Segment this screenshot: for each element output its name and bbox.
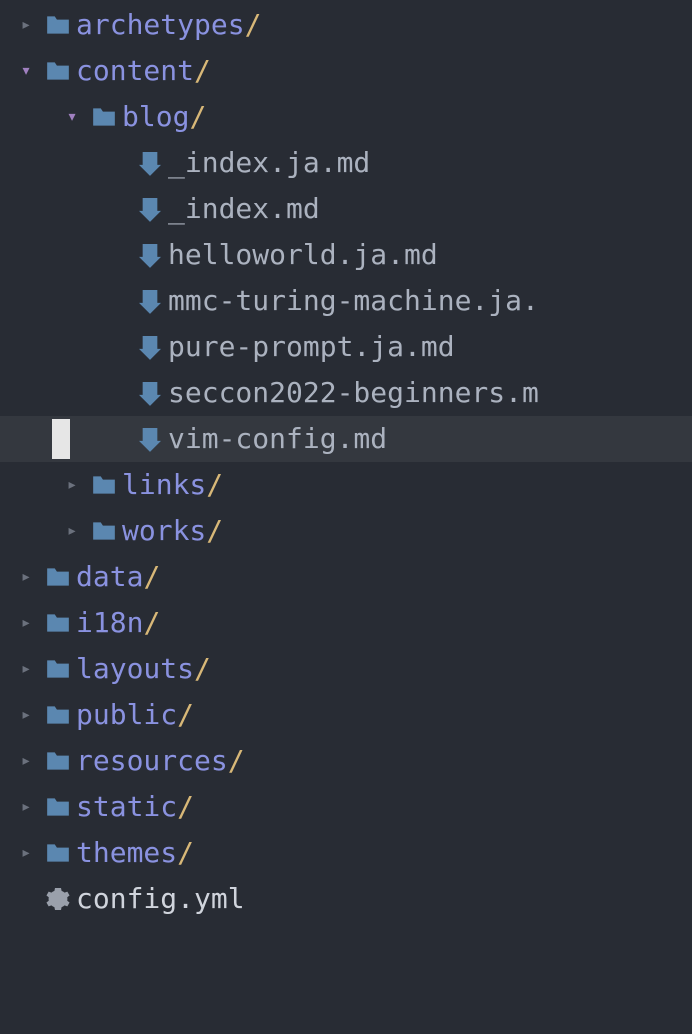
- tree-file-row[interactable]: _index.ja.md: [0, 140, 692, 186]
- cursor-block: [52, 419, 70, 459]
- chevron-right-icon[interactable]: ▸: [12, 838, 40, 868]
- tree-file-row[interactable]: helloworld.ja.md: [0, 232, 692, 278]
- folder-name: static: [76, 784, 177, 830]
- path-separator: /: [228, 738, 245, 784]
- markdown-file-icon: [132, 334, 168, 360]
- tree-folder-row[interactable]: ▸ links/: [0, 462, 692, 508]
- tree-file-row[interactable]: pure-prompt.ja.md: [0, 324, 692, 370]
- chevron-right-icon[interactable]: ▸: [58, 470, 86, 500]
- tree-file-row[interactable]: mmc-turing-machine.ja.: [0, 278, 692, 324]
- folder-icon: [86, 520, 122, 542]
- tree-folder-row[interactable]: ▸ themes/: [0, 830, 692, 876]
- tree-folder-row[interactable]: ▾ content/: [0, 48, 692, 94]
- file-name: _index.md: [168, 186, 320, 232]
- path-separator: /: [143, 554, 160, 600]
- tree-folder-row[interactable]: ▸ data/: [0, 554, 692, 600]
- folder-name: themes: [76, 830, 177, 876]
- path-separator: /: [206, 508, 223, 554]
- folder-name: public: [76, 692, 177, 738]
- chevron-right-icon[interactable]: ▸: [12, 792, 40, 822]
- file-name: _index.ja.md: [168, 140, 370, 186]
- tree-folder-row[interactable]: ▸ archetypes/: [0, 2, 692, 48]
- chevron-right-icon[interactable]: ▸: [12, 562, 40, 592]
- folder-name: layouts: [76, 646, 194, 692]
- tree-folder-row[interactable]: ▸ layouts/: [0, 646, 692, 692]
- folder-icon: [40, 566, 76, 588]
- path-separator: /: [245, 2, 262, 48]
- markdown-file-icon: [132, 380, 168, 406]
- chevron-down-icon[interactable]: ▾: [12, 56, 40, 86]
- tree-folder-row[interactable]: ▸ i18n/: [0, 600, 692, 646]
- path-separator: /: [177, 692, 194, 738]
- markdown-file-icon: [132, 196, 168, 222]
- folder-icon: [86, 106, 122, 128]
- path-separator: /: [189, 94, 206, 140]
- folder-name: links: [122, 462, 206, 508]
- folder-name: i18n: [76, 600, 143, 646]
- path-separator: /: [194, 48, 211, 94]
- markdown-file-icon: [132, 426, 168, 452]
- folder-name: archetypes: [76, 2, 245, 48]
- file-name: seccon2022-beginners.m: [168, 370, 539, 416]
- folder-name: blog: [122, 94, 189, 140]
- folder-icon: [40, 60, 76, 82]
- folder-name: content: [76, 48, 194, 94]
- chevron-right-icon[interactable]: ▸: [12, 654, 40, 684]
- tree-file-row[interactable]: _index.md: [0, 186, 692, 232]
- folder-icon: [40, 14, 76, 36]
- file-name: mmc-turing-machine.ja.: [168, 278, 539, 324]
- file-name: pure-prompt.ja.md: [168, 324, 455, 370]
- gear-icon: [40, 887, 76, 911]
- tree-file-row[interactable]: vim-config.md: [0, 416, 692, 462]
- tree-file-row[interactable]: config.yml: [0, 876, 692, 922]
- chevron-right-icon[interactable]: ▸: [12, 746, 40, 776]
- tree-folder-row[interactable]: ▸ resources/: [0, 738, 692, 784]
- file-tree: ▸archetypes/▾content/▾blog/_index.ja.md_…: [0, 2, 692, 922]
- folder-name: works: [122, 508, 206, 554]
- chevron-right-icon[interactable]: ▸: [12, 608, 40, 638]
- folder-icon: [40, 658, 76, 680]
- folder-icon: [40, 750, 76, 772]
- file-name: vim-config.md: [168, 416, 387, 462]
- folder-name: resources: [76, 738, 228, 784]
- chevron-right-icon[interactable]: ▸: [58, 516, 86, 546]
- folder-icon: [40, 796, 76, 818]
- chevron-right-icon[interactable]: ▸: [12, 10, 40, 40]
- path-separator: /: [143, 600, 160, 646]
- chevron-down-icon[interactable]: ▾: [58, 102, 86, 132]
- chevron-right-icon[interactable]: ▸: [12, 700, 40, 730]
- folder-icon: [40, 842, 76, 864]
- folder-name: data: [76, 554, 143, 600]
- folder-icon: [40, 612, 76, 634]
- path-separator: /: [194, 646, 211, 692]
- tree-folder-row[interactable]: ▸ static/: [0, 784, 692, 830]
- path-separator: /: [177, 784, 194, 830]
- folder-icon: [86, 474, 122, 496]
- file-name: helloworld.ja.md: [168, 232, 438, 278]
- markdown-file-icon: [132, 242, 168, 268]
- markdown-file-icon: [132, 150, 168, 176]
- tree-folder-row[interactable]: ▾ blog/: [0, 94, 692, 140]
- markdown-file-icon: [132, 288, 168, 314]
- path-separator: /: [206, 462, 223, 508]
- tree-folder-row[interactable]: ▸ public/: [0, 692, 692, 738]
- file-name: config.yml: [76, 876, 245, 922]
- tree-folder-row[interactable]: ▸ works/: [0, 508, 692, 554]
- folder-icon: [40, 704, 76, 726]
- tree-file-row[interactable]: seccon2022-beginners.m: [0, 370, 692, 416]
- path-separator: /: [177, 830, 194, 876]
